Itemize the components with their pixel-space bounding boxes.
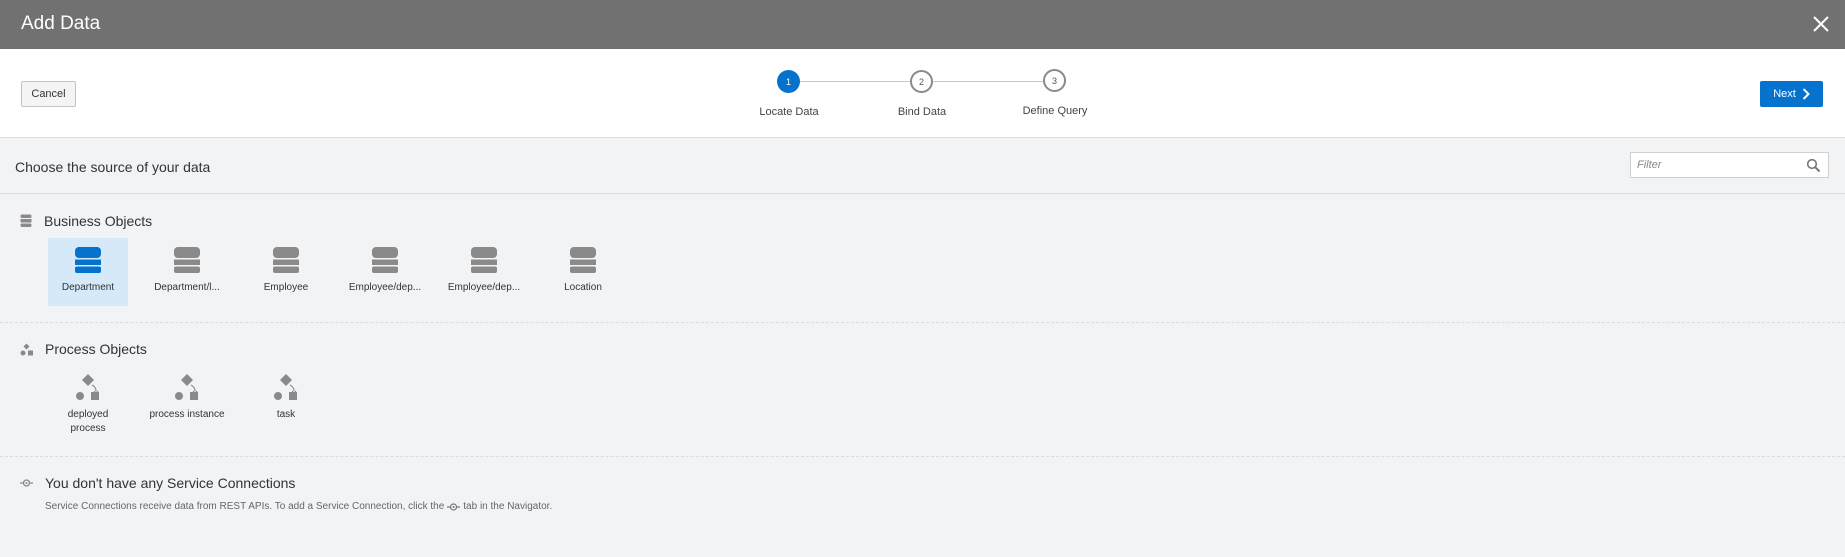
business-object-label: Department/l... bbox=[154, 282, 220, 293]
process-object-task[interactable]: task bbox=[246, 374, 326, 444]
process-icon bbox=[76, 374, 99, 400]
next-button-label: Next bbox=[1773, 88, 1796, 100]
database-icon bbox=[20, 214, 32, 227]
business-object-label: Employee/dep... bbox=[447, 282, 521, 293]
service-connections-heading: You don't have any Service Connections bbox=[45, 475, 296, 491]
dialog-title: Add Data bbox=[21, 13, 101, 34]
chevron-right-icon bbox=[1802, 88, 1810, 100]
step-3-indicator[interactable]: 3 bbox=[1043, 69, 1066, 92]
service-connections-description: Service Connections receive data from RE… bbox=[45, 501, 552, 512]
process-object-deployed-process[interactable]: deployed process bbox=[48, 374, 128, 444]
process-objects-heading: Process Objects bbox=[45, 341, 147, 357]
business-object-label: Employee/dep... bbox=[348, 282, 422, 293]
source-header: Choose the source of your data bbox=[0, 139, 1845, 194]
next-button[interactable]: Next bbox=[1760, 81, 1823, 107]
database-icon bbox=[570, 247, 596, 273]
business-object-label: Department bbox=[61, 282, 115, 293]
step-connector-2 bbox=[933, 81, 1043, 82]
step-1-indicator[interactable]: 1 bbox=[777, 70, 800, 93]
service-connections-description-suffix: tab in the Navigator. bbox=[463, 501, 553, 512]
filter-box bbox=[1630, 152, 1829, 178]
database-icon bbox=[471, 247, 497, 273]
step-3-label: Define Query bbox=[1022, 105, 1088, 117]
database-icon bbox=[75, 247, 101, 273]
process-object-label: deployed process bbox=[67, 409, 109, 434]
process-icon bbox=[20, 343, 33, 355]
business-object-location[interactable]: Location bbox=[543, 238, 623, 306]
service-connection-icon bbox=[20, 479, 33, 487]
process-object-label: task bbox=[276, 409, 296, 420]
section-divider bbox=[0, 322, 1845, 323]
business-objects-header: Business Objects bbox=[20, 213, 152, 229]
step-2-label: Bind Data bbox=[897, 106, 947, 118]
step-1-label: Locate Data bbox=[759, 106, 819, 118]
search-icon[interactable] bbox=[1806, 158, 1821, 173]
cancel-button[interactable]: Cancel bbox=[21, 81, 76, 107]
business-object-department-location[interactable]: Department/l... bbox=[147, 238, 227, 306]
business-object-employee-department-2[interactable]: Employee/dep... bbox=[444, 238, 524, 306]
process-object-label: process instance bbox=[149, 409, 225, 420]
service-connections-header: You don't have any Service Connections bbox=[20, 475, 295, 491]
source-heading: Choose the source of your data bbox=[15, 159, 211, 175]
business-object-label: Location bbox=[564, 282, 602, 293]
filter-input[interactable] bbox=[1631, 153, 1801, 177]
process-icon bbox=[274, 374, 297, 400]
business-object-employee-department-1[interactable]: Employee/dep... bbox=[345, 238, 425, 306]
database-icon bbox=[174, 247, 200, 273]
business-objects-heading: Business Objects bbox=[44, 213, 153, 229]
business-object-label: Employee bbox=[263, 282, 309, 293]
service-connection-icon bbox=[447, 502, 461, 511]
dialog-titlebar: Add Data bbox=[0, 0, 1845, 49]
process-objects-header: Process Objects bbox=[20, 341, 147, 357]
section-divider bbox=[0, 456, 1845, 457]
database-icon bbox=[372, 247, 398, 273]
wizard-toolbar: Cancel 1 Locate Data 2 Bind Data 3 Defin… bbox=[0, 49, 1845, 138]
close-icon[interactable] bbox=[1811, 14, 1831, 34]
business-object-employee[interactable]: Employee bbox=[246, 238, 326, 306]
step-2-indicator[interactable]: 2 bbox=[910, 70, 933, 93]
business-object-department[interactable]: Department bbox=[48, 238, 128, 306]
process-object-process-instance[interactable]: process instance bbox=[147, 374, 227, 444]
service-connections-description-text: Service Connections receive data from RE… bbox=[45, 501, 445, 512]
database-icon bbox=[273, 247, 299, 273]
step-connector-1 bbox=[800, 81, 910, 82]
process-icon bbox=[175, 374, 198, 400]
